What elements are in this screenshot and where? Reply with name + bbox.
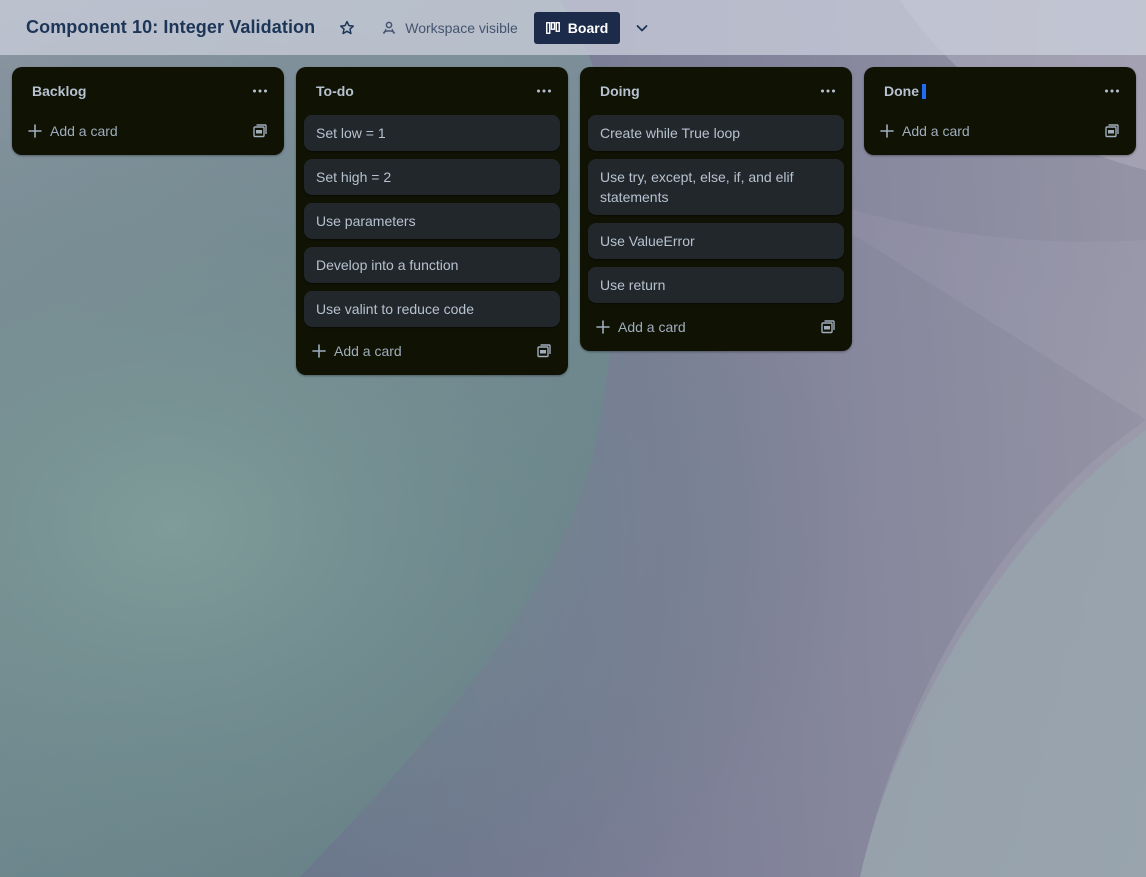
board-columns-icon [545, 21, 560, 34]
card[interactable]: Create while True loop [588, 115, 844, 151]
more-horizontal-icon [536, 89, 552, 93]
plus-icon [596, 320, 610, 334]
add-card-label: Add a card [334, 343, 402, 359]
chevron-down-icon [635, 21, 649, 35]
card[interactable]: Use ValueError [588, 223, 844, 259]
card[interactable]: Use return [588, 267, 844, 303]
people-icon [381, 20, 397, 36]
list-todo: To-do Set low = 1 Set high = 2 Use param… [296, 67, 568, 375]
list-menu-button[interactable] [816, 79, 840, 103]
add-card-button[interactable]: Add a card [872, 115, 1096, 147]
list-menu-button[interactable] [532, 79, 556, 103]
card[interactable]: Develop into a function [304, 247, 560, 283]
add-card-label: Add a card [902, 123, 970, 139]
card[interactable]: Set low = 1 [304, 115, 560, 151]
plus-icon [880, 124, 894, 138]
list-header: Doing [580, 67, 852, 115]
add-card-label: Add a card [50, 123, 118, 139]
list-header: To-do [296, 67, 568, 115]
card[interactable]: Set high = 2 [304, 159, 560, 195]
plus-icon [312, 344, 326, 358]
template-icon [537, 344, 551, 358]
plus-icon [28, 124, 42, 138]
list-menu-button[interactable] [1100, 79, 1124, 103]
board-view-button[interactable]: Board [533, 11, 621, 44]
list-footer: Add a card [12, 115, 284, 147]
more-horizontal-icon [820, 89, 836, 93]
list-title[interactable]: Backlog [32, 83, 86, 99]
create-from-template-button[interactable] [812, 311, 844, 343]
add-card-label: Add a card [618, 319, 686, 335]
template-icon [821, 320, 835, 334]
card[interactable]: Use valint to reduce code [304, 291, 560, 327]
list-backlog: Backlog Add a card [12, 67, 284, 155]
visibility-label: Workspace visible [405, 19, 518, 36]
create-from-template-button[interactable] [528, 335, 560, 367]
board-lists: Backlog Add a card To-do Set low = 1 Set… [12, 67, 1136, 375]
list-title[interactable]: To-do [316, 83, 354, 99]
add-card-button[interactable]: Add a card [304, 335, 528, 367]
card[interactable]: Use parameters [304, 203, 560, 239]
more-horizontal-icon [252, 89, 268, 93]
add-card-button[interactable]: Add a card [20, 115, 244, 147]
create-from-template-button[interactable] [1096, 115, 1128, 147]
list-footer: Add a card [864, 115, 1136, 147]
visibility-button[interactable]: Workspace visible [375, 12, 524, 44]
card[interactable]: Use try, except, else, if, and elif stat… [588, 159, 844, 215]
text-cursor-marker [920, 83, 928, 99]
list-header: Backlog [12, 67, 284, 115]
list-footer: Add a card [580, 311, 852, 343]
board-title[interactable]: Component 10: Integer Validation [26, 17, 315, 38]
list-doing: Doing Create while True loop Use try, ex… [580, 67, 852, 351]
list-title[interactable]: Doing [600, 83, 640, 99]
star-icon [339, 20, 355, 36]
board-view-label: Board [567, 19, 609, 36]
board-header: Component 10: Integer Validation Workspa… [0, 0, 1146, 55]
list-footer: Add a card [296, 335, 568, 367]
template-icon [1105, 124, 1119, 138]
list-done: Done Add a card [864, 67, 1136, 155]
list-menu-button[interactable] [248, 79, 272, 103]
star-button[interactable] [335, 16, 359, 40]
list-title: Done [884, 83, 919, 99]
more-horizontal-icon [1104, 89, 1120, 93]
template-icon [253, 124, 267, 138]
list-title-wrapper[interactable]: Done [884, 83, 928, 99]
create-from-template-button[interactable] [244, 115, 276, 147]
add-card-button[interactable]: Add a card [588, 311, 812, 343]
card-list: Set low = 1 Set high = 2 Use parameters … [296, 115, 568, 327]
list-header: Done [864, 67, 1136, 115]
card-list: Create while True loop Use try, except, … [580, 115, 852, 303]
view-switcher-button[interactable] [628, 12, 656, 44]
